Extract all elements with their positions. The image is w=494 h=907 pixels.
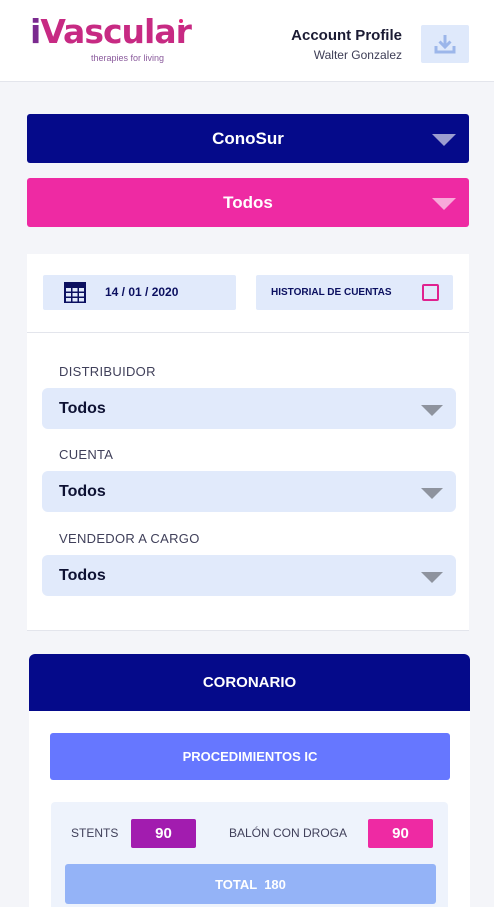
logo-wordmark: iVascular [30,12,192,51]
chevron-down-icon [421,405,443,416]
balon-value: 90 [368,819,433,848]
coronario-header: CORONARIO [29,654,470,711]
download-button[interactable] [421,25,469,63]
balon-label: BALÓN CON DROGA [229,826,348,840]
chevron-down-icon [421,572,443,583]
account-user-name: Walter Gonzalez [313,48,402,62]
distribuidor-select[interactable]: Todos [42,388,456,429]
group-select-value: Todos [223,192,273,212]
region-select-value: ConoSur [212,128,284,148]
stents-label: STENTS [71,826,119,840]
vendedor-select[interactable]: Todos [42,555,456,596]
cuenta-label: CUENTA [59,447,114,462]
procedimientos-ic-button[interactable]: PROCEDIMIENTOS IC [50,733,450,780]
history-checkbox[interactable] [422,284,439,301]
vendedor-label: VENDEDOR A CARGO [59,531,200,546]
date-picker[interactable]: 14 / 01 / 2020 [43,275,236,310]
distribuidor-value: Todos [59,400,106,417]
calendar-icon [64,282,86,303]
chevron-down-icon [432,198,456,210]
logo-dot [179,19,183,23]
vendedor-value: Todos [59,567,106,584]
account-profile-title: Account Profile [291,27,402,44]
history-label: HISTORIAL DE CUENTAS [271,287,392,298]
stents-value: 90 [131,819,196,848]
date-value: 14 / 01 / 2020 [105,285,179,299]
coronario-card: CORONARIO PROCEDIMIENTOS IC STENTS 90 BA… [29,654,470,907]
chevron-down-icon [432,134,456,146]
cuenta-select[interactable]: Todos [42,471,456,512]
chevron-down-icon [421,488,443,499]
cuenta-value: Todos [59,483,106,500]
coronario-stats: STENTS 90 BALÓN CON DROGA 90 TOTAL 180 [51,802,448,907]
app-header: iVascular therapies for living Account P… [0,0,494,82]
group-select[interactable]: Todos [27,178,469,227]
distribuidor-label: DISTRIBUIDOR [59,364,156,379]
filters-card: 14 / 01 / 2020 HISTORIAL DE CUENTAS DIST… [27,254,469,631]
filters-top-row: 14 / 01 / 2020 HISTORIAL DE CUENTAS [27,254,469,333]
logo-tagline: therapies for living [91,53,165,63]
ivascular-logo[interactable]: iVascular therapies for living [30,12,192,64]
history-toggle[interactable]: HISTORIAL DE CUENTAS [256,275,453,310]
download-icon [434,35,456,54]
total-bar: TOTAL 180 [65,864,436,904]
region-select[interactable]: ConoSur [27,114,469,163]
